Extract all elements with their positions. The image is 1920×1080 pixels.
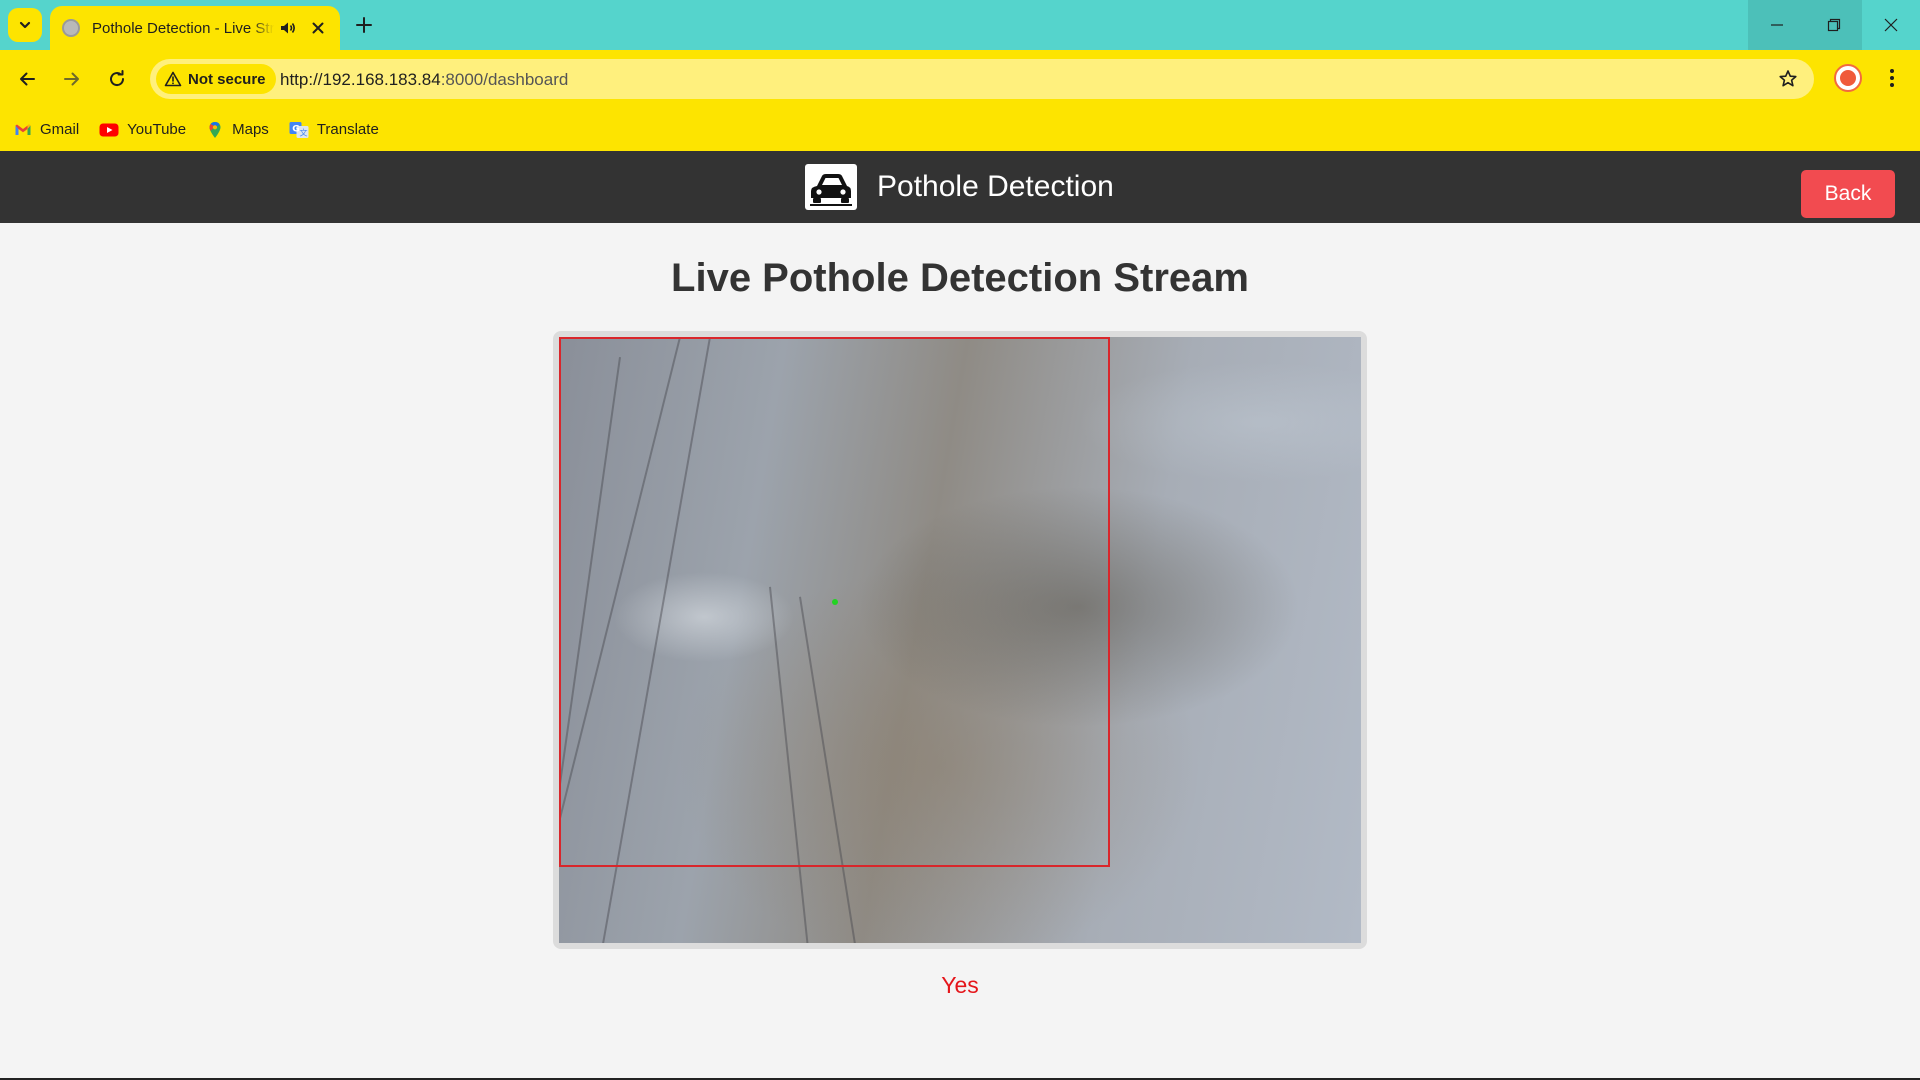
bookmark-youtube[interactable]: YouTube: [99, 121, 186, 139]
maps-icon: [209, 121, 221, 138]
brand: Pothole Detection: [805, 164, 1114, 210]
plus-icon: [356, 17, 372, 33]
url-host: http://192.168.183.84: [280, 70, 441, 89]
back-button[interactable]: Back: [1801, 170, 1895, 218]
bookmarks-bar: Gmail YouTube Maps G 文 Translate: [0, 108, 1920, 151]
svg-text:G: G: [292, 124, 299, 134]
bookmark-label: Translate: [316, 121, 379, 138]
bookmark-label: YouTube: [127, 121, 187, 138]
reload-button[interactable]: [100, 62, 134, 96]
url-text[interactable]: http://192.168.183.84:8000/dashboard: [280, 70, 568, 90]
site-title: Pothole Detection: [877, 170, 1114, 203]
speaker-icon[interactable]: [278, 18, 298, 38]
forward-nav-button[interactable]: [55, 62, 89, 96]
bookmark-translate[interactable]: G 文 Translate: [289, 121, 379, 139]
page-title: Live Pothole Detection Stream: [671, 256, 1249, 300]
car-icon: [805, 164, 857, 210]
svg-text:文: 文: [299, 127, 307, 137]
address-bar[interactable]: Not secure http://192.168.183.84:8000/da…: [150, 59, 1814, 99]
bookmark-star-button[interactable]: [1776, 67, 1800, 91]
translate-icon: G 文: [289, 121, 309, 138]
tab-search-button[interactable]: [8, 8, 42, 42]
avatar-icon: [1840, 70, 1856, 86]
security-chip[interactable]: Not secure: [156, 64, 276, 94]
new-tab-button[interactable]: [352, 13, 376, 37]
bookmark-label: Gmail: [40, 121, 80, 138]
browser-tab-active[interactable]: Pothole Detection - Live Stream: [50, 6, 340, 50]
restore-button[interactable]: [1805, 0, 1862, 50]
restore-icon: [1827, 18, 1840, 32]
profile-avatar[interactable]: [1834, 64, 1862, 92]
tab-title: Pothole Detection - Live Stream: [92, 19, 274, 37]
close-icon: [1884, 18, 1898, 32]
browser-toolbar: Not secure http://192.168.183.84:8000/da…: [0, 50, 1920, 108]
minimize-icon: [1770, 24, 1783, 26]
browser-tab-bar: Pothole Detection - Live Stream: [0, 0, 1920, 50]
star-icon: [1779, 70, 1797, 87]
gmail-icon: [15, 124, 31, 135]
bookmark-label: Maps: [232, 121, 269, 138]
bookmark-maps[interactable]: Maps: [206, 121, 269, 139]
close-tab-icon[interactable]: [308, 18, 328, 38]
security-label: Not secure: [188, 70, 266, 88]
globe-icon: [62, 19, 80, 37]
warning-icon: [164, 71, 182, 87]
more-vert-icon: [1890, 69, 1894, 87]
bookmark-gmail[interactable]: Gmail: [14, 121, 79, 139]
reload-icon: [110, 70, 125, 87]
detection-center-marker: [832, 599, 838, 605]
stream-container: [553, 331, 1367, 949]
close-window-button[interactable]: [1862, 0, 1920, 50]
url-path: :8000/dashboard: [440, 70, 569, 89]
site-header: Pothole Detection Back: [0, 151, 1920, 223]
arrow-right-icon: [64, 72, 79, 86]
arrow-left-icon: [20, 72, 35, 86]
chevron-down-icon: [19, 21, 31, 29]
live-video-feed: [559, 337, 1361, 943]
detection-status: Yes: [941, 972, 979, 998]
browser-menu-button[interactable]: [1878, 64, 1906, 92]
minimize-button[interactable]: [1748, 0, 1805, 50]
youtube-icon: [99, 123, 119, 136]
back-nav-button[interactable]: [10, 62, 44, 96]
